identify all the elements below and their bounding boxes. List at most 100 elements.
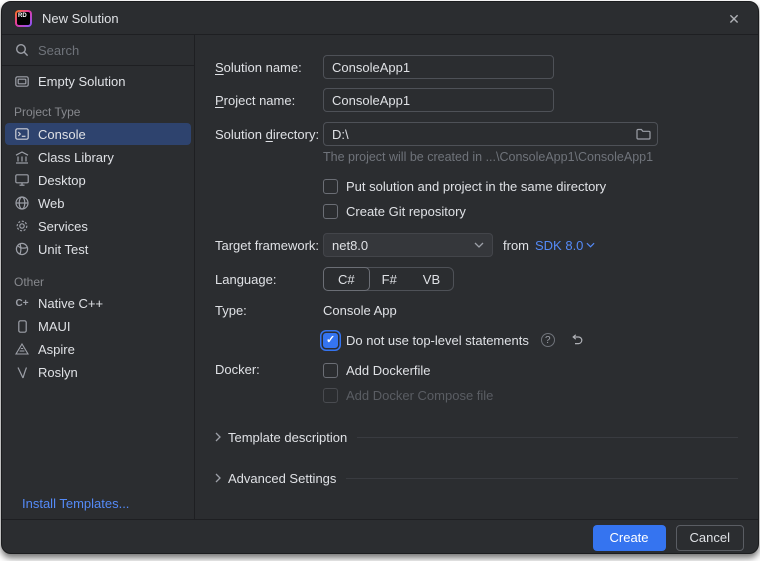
language-option-csharp[interactable]: C# (323, 267, 370, 291)
desktop-icon (14, 172, 30, 188)
sidebar-item-desktop[interactable]: Desktop (5, 169, 191, 191)
git-repo-row: Create Git repository (215, 203, 738, 219)
sidebar-item-label: Console (38, 127, 86, 142)
add-docker-compose-checkbox (323, 388, 338, 403)
docker-label: Docker: (215, 362, 323, 377)
browse-folder-icon[interactable] (635, 126, 651, 142)
project-name-label: Project name: (215, 93, 323, 108)
dialog-footer: Create Cancel (2, 519, 758, 554)
native-cpp-icon: C+ (14, 295, 30, 311)
sidebar-item-web[interactable]: Web (5, 192, 191, 214)
target-framework-value: net8.0 (332, 238, 368, 253)
console-icon (14, 126, 30, 142)
help-icon[interactable]: ? (541, 333, 555, 347)
add-docker-compose-label: Add Docker Compose file (346, 388, 493, 403)
dialog-content: Empty Solution Project Type Console Clas… (2, 35, 758, 519)
solution-directory-row: Solution directory: (215, 122, 738, 146)
language-segmented-control: C# F# VB (323, 267, 454, 291)
solution-name-input[interactable] (323, 55, 554, 79)
top-level-statements-checkbox[interactable] (323, 333, 338, 348)
git-repo-checkbox[interactable] (323, 204, 338, 219)
docker-row: Docker: Add Dockerfile (215, 362, 738, 378)
type-row: Type: Console App (215, 303, 738, 318)
sidebar-item-label: Native C++ (38, 296, 103, 311)
web-globe-icon (14, 195, 30, 211)
project-name-input[interactable] (323, 88, 554, 112)
section-divider (346, 478, 738, 479)
solution-directory-input[interactable] (323, 122, 658, 146)
docker-compose-row: Add Docker Compose file (215, 387, 738, 403)
aspire-icon (14, 341, 30, 357)
template-description-toggle[interactable]: Template description (215, 429, 738, 445)
cancel-button[interactable]: Cancel (676, 525, 744, 551)
section-divider (357, 437, 738, 438)
empty-solution-icon (14, 73, 30, 89)
unit-test-icon (14, 241, 30, 257)
directory-hint: The project will be created in ...\Conso… (215, 150, 738, 164)
same-directory-label: Put solution and project in the same dir… (346, 179, 606, 194)
advanced-settings-label: Advanced Settings (228, 471, 336, 486)
language-option-vb[interactable]: VB (410, 268, 453, 290)
dialog-title: New Solution (42, 11, 119, 26)
install-templates-link[interactable]: Install Templates... (22, 496, 129, 511)
sidebar-item-roslyn[interactable]: Roslyn (5, 361, 191, 383)
sidebar-item-label: Desktop (38, 173, 86, 188)
solution-name-label: Solution name: (215, 60, 323, 75)
sidebar-item-aspire[interactable]: Aspire (5, 338, 191, 360)
search-icon (15, 43, 29, 57)
roslyn-icon (14, 364, 30, 380)
advanced-settings-toggle[interactable]: Advanced Settings (215, 470, 738, 486)
sidebar-item-label: Class Library (38, 150, 114, 165)
services-gear-icon (14, 218, 30, 234)
sidebar-item-class-library[interactable]: Class Library (5, 146, 191, 168)
rider-logo-icon: RD (15, 10, 32, 27)
sidebar-item-label: MAUI (38, 319, 71, 334)
search-input[interactable] (38, 43, 178, 58)
sidebar-item-console[interactable]: Console (5, 123, 191, 145)
class-library-icon (14, 149, 30, 165)
chevron-right-icon (215, 432, 221, 442)
git-repo-label: Create Git repository (346, 204, 466, 219)
sidebar-item-label: Empty Solution (38, 74, 125, 89)
sidebar-item-unit-test[interactable]: Unit Test (5, 238, 191, 260)
sidebar-item-services[interactable]: Services (5, 215, 191, 237)
sidebar-item-label: Aspire (38, 342, 75, 357)
section-header-other: Other (14, 275, 194, 289)
new-solution-dialog: RD New Solution ✕ Empty Solution Proj (1, 1, 759, 554)
same-directory-row: Put solution and project in the same dir… (215, 178, 738, 194)
sidebar-item-label: Services (38, 219, 88, 234)
chevron-right-icon (215, 473, 221, 483)
create-button[interactable]: Create (593, 525, 666, 551)
language-label: Language: (215, 272, 323, 287)
sdk-version-link[interactable]: SDK 8.0 (535, 238, 595, 253)
search-row (2, 35, 194, 66)
type-label: Type: (215, 303, 323, 318)
maui-phone-icon (14, 318, 30, 334)
reset-icon[interactable] (570, 334, 583, 346)
sidebar-item-native-cpp[interactable]: C+ Native C++ (5, 292, 191, 314)
add-dockerfile-checkbox[interactable] (323, 363, 338, 378)
solution-directory-label: Solution directory: (215, 127, 323, 142)
template-description-label: Template description (228, 430, 347, 445)
chevron-down-icon (586, 242, 595, 248)
sidebar-item-empty-solution[interactable]: Empty Solution (5, 70, 191, 92)
template-sidebar: Empty Solution Project Type Console Clas… (2, 35, 195, 519)
type-value: Console App (323, 303, 397, 318)
same-directory-checkbox[interactable] (323, 179, 338, 194)
project-name-row: Project name: (215, 88, 738, 112)
top-level-statements-row: Do not use top-level statements ? (215, 332, 738, 348)
language-option-fsharp[interactable]: F# (369, 268, 410, 290)
close-icon[interactable]: ✕ (725, 10, 743, 28)
template-list: Empty Solution Project Type Console Clas… (2, 66, 194, 384)
sidebar-item-maui[interactable]: MAUI (5, 315, 191, 337)
target-framework-label: Target framework: (215, 238, 323, 253)
new-solution-form: Solution name: Project name: Solution di… (195, 35, 758, 519)
solution-name-row: Solution name: (215, 55, 738, 79)
target-framework-row: Target framework: net8.0 from SDK 8.0 (215, 233, 738, 257)
section-header-project-type: Project Type (14, 105, 194, 119)
chevron-down-icon (474, 242, 484, 248)
target-framework-select[interactable]: net8.0 (323, 233, 493, 257)
add-dockerfile-label: Add Dockerfile (346, 363, 431, 378)
from-label: from (503, 238, 529, 253)
sidebar-item-label: Web (38, 196, 65, 211)
